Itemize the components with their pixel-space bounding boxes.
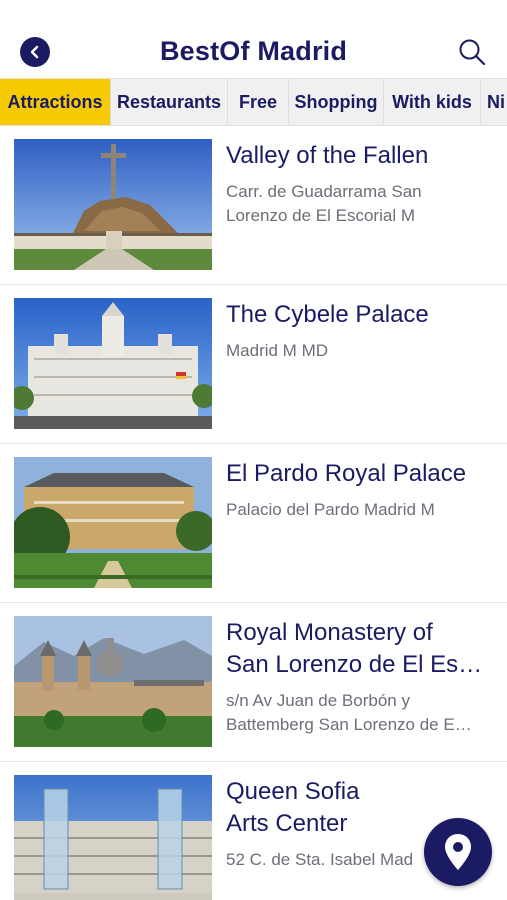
list-item[interactable]: The Cybele Palace Madrid M MD: [0, 285, 507, 444]
tab-with-kids[interactable]: With kids: [384, 79, 481, 125]
map-pin-icon: [445, 834, 471, 870]
page-title: BestOf Madrid: [159, 36, 348, 66]
place-thumbnail: [14, 457, 212, 588]
place-address: s/n Av Juan de Borbón y Battemberg San L…: [226, 691, 472, 734]
tab-shopping[interactable]: Shopping: [289, 79, 384, 125]
place-name: El Pardo Royal Palace: [226, 460, 467, 487]
tab-free[interactable]: Free: [228, 79, 289, 125]
place-name: Royal Monastery of San Lorenzo de El Es…: [226, 619, 483, 678]
place-address: Carr. de Guadarrama San Lorenzo de El Es…: [226, 182, 422, 225]
category-tabs: Attractions Restaurants Free Shopping Wi…: [0, 78, 507, 126]
place-thumbnail: [14, 775, 212, 900]
place-address: Palacio del Pardo Madrid M: [226, 500, 435, 519]
app-header: BestOf Madrid: [0, 0, 507, 78]
place-name: The Cybele Palace: [226, 301, 429, 328]
place-thumbnail: [14, 139, 212, 270]
search-button[interactable]: [458, 38, 486, 66]
tab-attractions[interactable]: Attractions: [0, 79, 111, 125]
tab-restaurants[interactable]: Restaurants: [111, 79, 228, 125]
list-item[interactable]: Valley of the Fallen Carr. de Guadarrama…: [0, 126, 507, 285]
place-name: Valley of the Fallen: [226, 142, 429, 169]
list-item[interactable]: Royal Monastery of San Lorenzo de El Es……: [0, 603, 507, 762]
search-icon: [459, 39, 486, 66]
place-address: Madrid M MD: [226, 341, 329, 360]
tab-nightlife-partial[interactable]: Ni: [481, 79, 507, 125]
list-item[interactable]: El Pardo Royal Palace Palacio del Pardo …: [0, 444, 507, 603]
places-list: Valley of the Fallen Carr. de Guadarrama…: [0, 126, 507, 900]
map-button[interactable]: [424, 818, 492, 886]
place-thumbnail: [14, 298, 212, 429]
place-thumbnail: [14, 616, 212, 747]
